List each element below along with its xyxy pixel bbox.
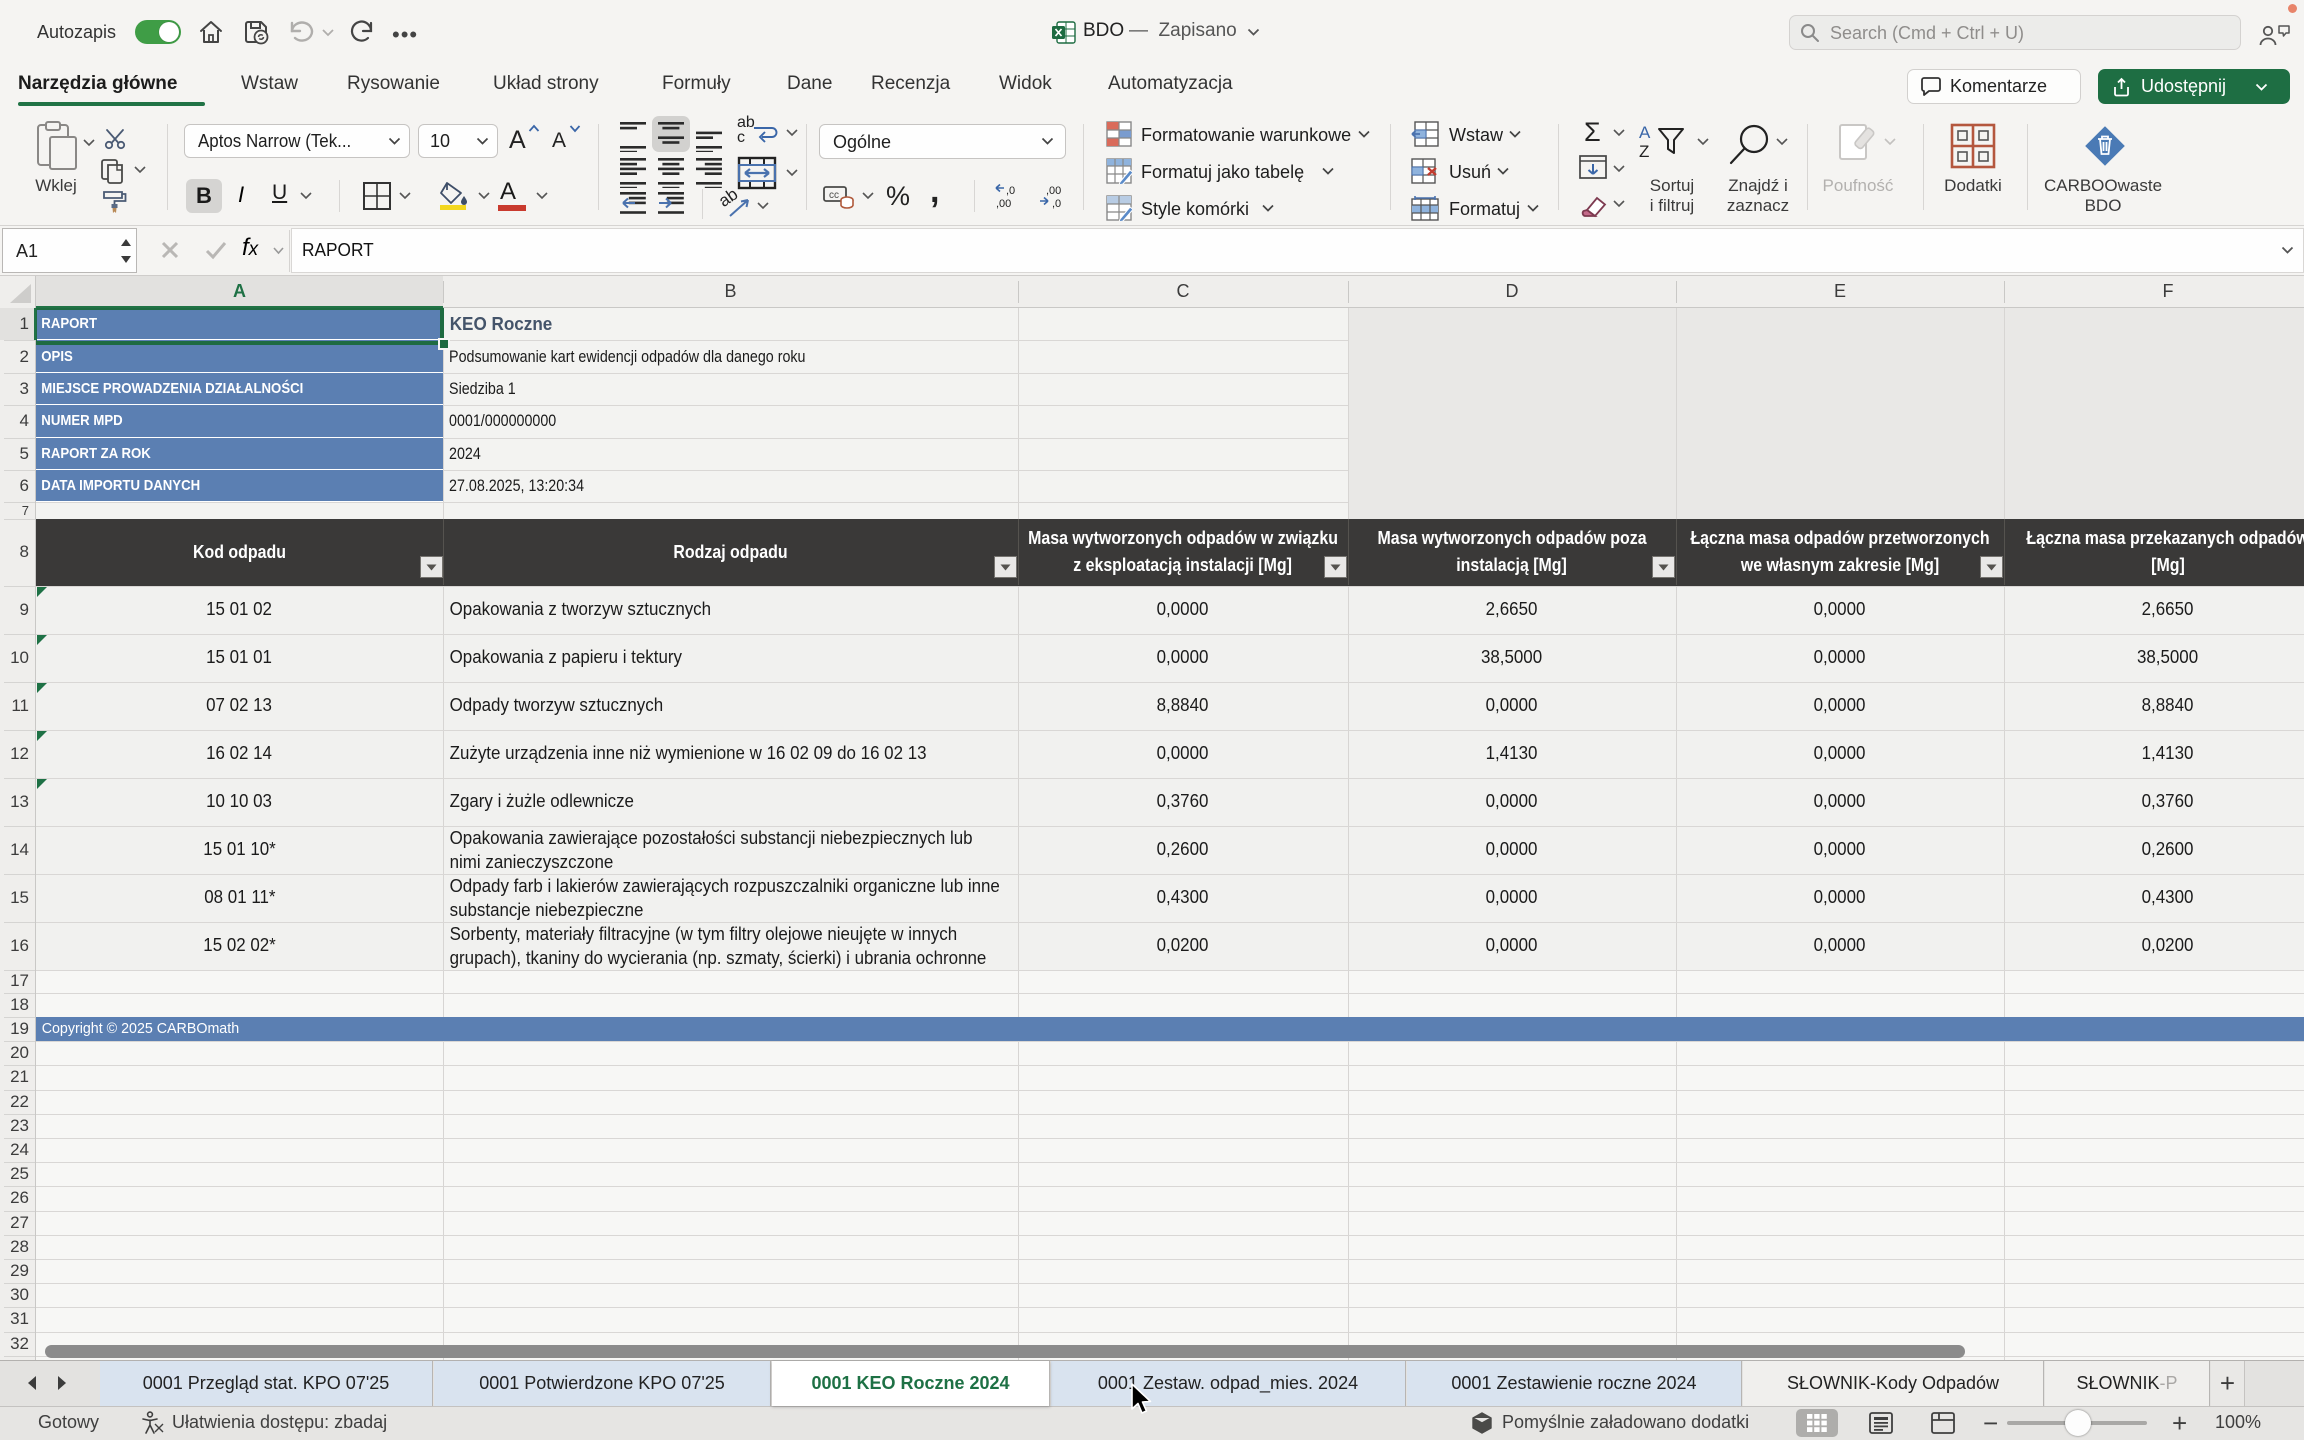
svg-text:cc: cc	[829, 190, 839, 201]
svg-text:,0: ,0	[1052, 198, 1061, 210]
svg-text:,0: ,0	[1006, 185, 1015, 197]
svg-text:,00: ,00	[1046, 185, 1061, 197]
svg-text:,00: ,00	[996, 198, 1011, 210]
